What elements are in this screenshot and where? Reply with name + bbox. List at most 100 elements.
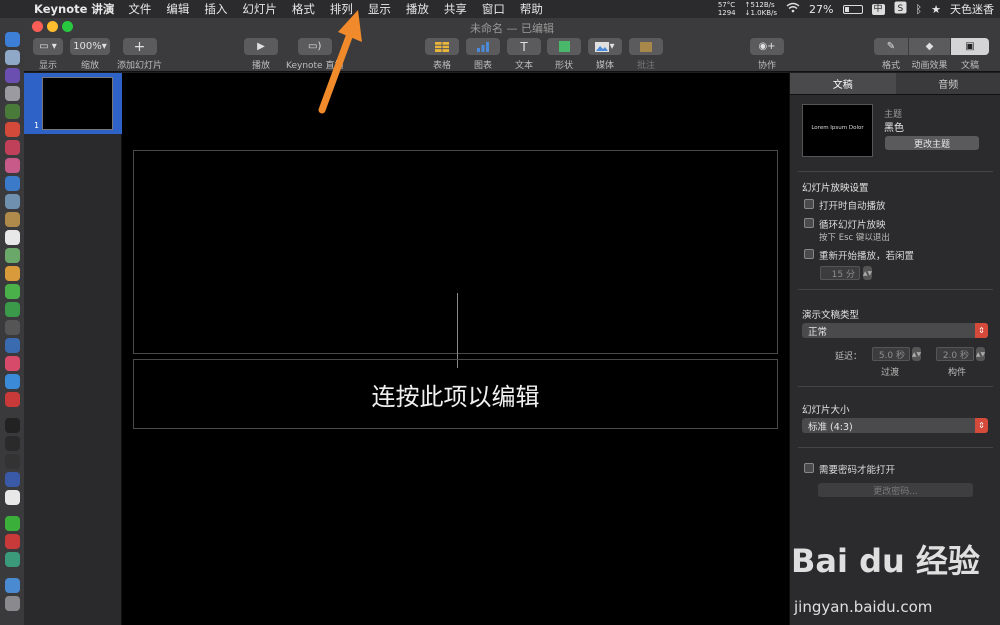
add-slide-button[interactable]: + 添加幻灯片 <box>117 38 162 71</box>
terminal-icon[interactable] <box>5 418 20 433</box>
collaborate-button[interactable]: ◉+ 协作 <box>750 38 784 71</box>
wechat-icon[interactable] <box>5 516 20 531</box>
slide-size-popup[interactable]: 标准 (4:3) ⇕ <box>802 418 988 433</box>
menu-slide[interactable]: 幻灯片 <box>242 1 277 17</box>
messages-icon[interactable] <box>5 284 20 299</box>
slide-thumbnail-selected[interactable]: 1 <box>24 73 122 134</box>
zoom-popup[interactable]: 100% ▾ 缩放 <box>70 38 110 71</box>
menu-help[interactable]: 帮助 <box>520 1 543 17</box>
app-icon-green[interactable] <box>5 552 20 567</box>
menu-insert[interactable]: 插入 <box>204 1 227 17</box>
downloads-folder-icon[interactable] <box>5 578 20 593</box>
facetime-icon[interactable] <box>5 302 20 317</box>
format-button[interactable]: ✎ 格式 <box>874 38 908 71</box>
presentation-type-popup[interactable]: 正常 ⇕ <box>802 323 988 338</box>
change-password-button[interactable]: 更改密码... <box>818 483 973 497</box>
activity-monitor-icon[interactable] <box>5 436 20 451</box>
preview-icon[interactable] <box>5 194 20 209</box>
app-icon-pink[interactable] <box>5 158 20 173</box>
build-delay-field[interactable]: 2.0 秒 <box>936 347 974 361</box>
tab-document[interactable]: 文稿 <box>790 73 896 94</box>
tab-audio[interactable]: 音频 <box>895 73 1000 94</box>
document-button[interactable]: ▣ 文稿 <box>951 38 989 71</box>
text-button[interactable]: T 文本 <box>507 38 541 71</box>
app-icon-blue[interactable] <box>5 176 20 191</box>
text-cursor <box>457 293 458 368</box>
menu-file[interactable]: 文件 <box>128 1 151 17</box>
slide-thumbnail[interactable] <box>42 77 113 130</box>
user-name[interactable]: 天色迷香 <box>950 1 994 17</box>
transition-delay-stepper[interactable]: ▲▼ <box>912 347 921 361</box>
bluetooth-icon[interactable]: ᛒ <box>916 3 923 16</box>
body-placeholder[interactable]: 连按此项以编辑 <box>133 359 778 429</box>
restart-idle-checkbox[interactable]: 重新开始播放，若闲置 <box>804 248 914 262</box>
app-icon-red[interactable] <box>5 140 20 155</box>
console-icon[interactable] <box>5 454 20 469</box>
netease-icon[interactable] <box>5 534 20 549</box>
siri-app-icon[interactable] <box>5 68 20 83</box>
finder-icon[interactable] <box>5 32 20 47</box>
chrome-icon[interactable] <box>5 122 20 137</box>
notes-icon[interactable] <box>5 212 20 227</box>
loop-checkbox[interactable]: 循环幻灯片放映 按下 Esc 键以退出 <box>804 217 890 243</box>
placeholder-text: 连按此项以编辑 <box>371 382 540 411</box>
title-placeholder[interactable] <box>133 150 778 354</box>
view-button[interactable]: ▭ ▾ 显示 <box>33 38 63 71</box>
launchpad-icon[interactable] <box>5 50 20 65</box>
trash-icon[interactable] <box>5 596 20 611</box>
paintbrush-icon: ✎ <box>886 41 896 52</box>
appstore-icon[interactable] <box>5 374 20 389</box>
autoplay-checkbox[interactable]: 打开时自动播放 <box>804 198 886 212</box>
siri-icon[interactable]: S <box>894 1 907 17</box>
comment-button[interactable]: 批注 <box>629 38 663 71</box>
menu-view[interactable]: 显示 <box>368 1 391 17</box>
theme-thumbnail: Lorem Ipsum Dolor <box>802 104 873 157</box>
play-icon: ▶ <box>257 41 265 52</box>
slide-navigator: 1 <box>24 73 122 625</box>
vpn-icon[interactable] <box>5 472 20 487</box>
battery-percent[interactable]: 27% <box>809 3 833 16</box>
animate-button[interactable]: ◆ 动画效果 <box>909 38 950 71</box>
change-theme-button[interactable]: 更改主题 <box>885 136 979 150</box>
theme-name: 黑色 <box>884 123 904 134</box>
wifi-icon[interactable] <box>786 2 800 16</box>
transition-delay-field[interactable]: 5.0 秒 <box>872 347 910 361</box>
play-button[interactable]: ▶ 播放 <box>244 38 278 71</box>
animate-icon: ◆ <box>925 41 934 52</box>
slide-canvas[interactable]: 连按此项以编辑 <box>122 73 789 625</box>
yandex-icon[interactable] <box>5 490 20 505</box>
idle-stepper[interactable]: ▲▼ <box>863 266 872 280</box>
temp-fan-readout[interactable]: 57°C 1294 <box>718 1 736 17</box>
battery-icon[interactable] <box>842 4 863 14</box>
require-password-checkbox[interactable]: 需要密码才能打开 <box>804 462 895 476</box>
photos-icon[interactable] <box>5 266 20 281</box>
rocket-icon[interactable] <box>5 86 20 101</box>
menu-play[interactable]: 播放 <box>406 1 429 17</box>
divider <box>798 386 993 387</box>
menu-edit[interactable]: 编辑 <box>166 1 189 17</box>
app-icon-dark[interactable] <box>5 320 20 335</box>
shape-button[interactable]: 形状 <box>547 38 581 71</box>
chevron-updown-icon: ⇕ <box>975 323 988 338</box>
slideshow-settings-title: 幻灯片放映设置 <box>802 183 869 194</box>
plus-icon: + <box>133 38 146 55</box>
build-delay-stepper[interactable]: ▲▼ <box>976 347 985 361</box>
window-title: 未命名 — 已编辑 <box>470 22 554 35</box>
idle-minutes-field[interactable]: 15 分 <box>820 266 860 280</box>
calendar-icon[interactable] <box>5 230 20 245</box>
keynote-icon[interactable] <box>5 338 20 353</box>
network-readout[interactable]: ↑512B/s ↓1.0KB/s <box>745 1 777 17</box>
android-icon[interactable] <box>5 104 20 119</box>
vivaldi-icon[interactable] <box>5 392 20 407</box>
photo-icon <box>595 41 610 52</box>
menu-window[interactable]: 窗口 <box>482 1 505 17</box>
menu-share[interactable]: 共享 <box>444 1 467 17</box>
input-method-icon[interactable]: 中 <box>871 3 885 15</box>
media-button[interactable]: ▾ 媒体 <box>588 38 622 71</box>
chart-button[interactable]: 图表 <box>466 38 500 71</box>
menu-app-name[interactable]: Keynote 讲演 <box>34 1 114 17</box>
star-icon[interactable]: ★ <box>931 3 941 16</box>
maps-icon[interactable] <box>5 248 20 263</box>
music-icon[interactable] <box>5 356 20 371</box>
table-button[interactable]: 表格 <box>425 38 459 71</box>
